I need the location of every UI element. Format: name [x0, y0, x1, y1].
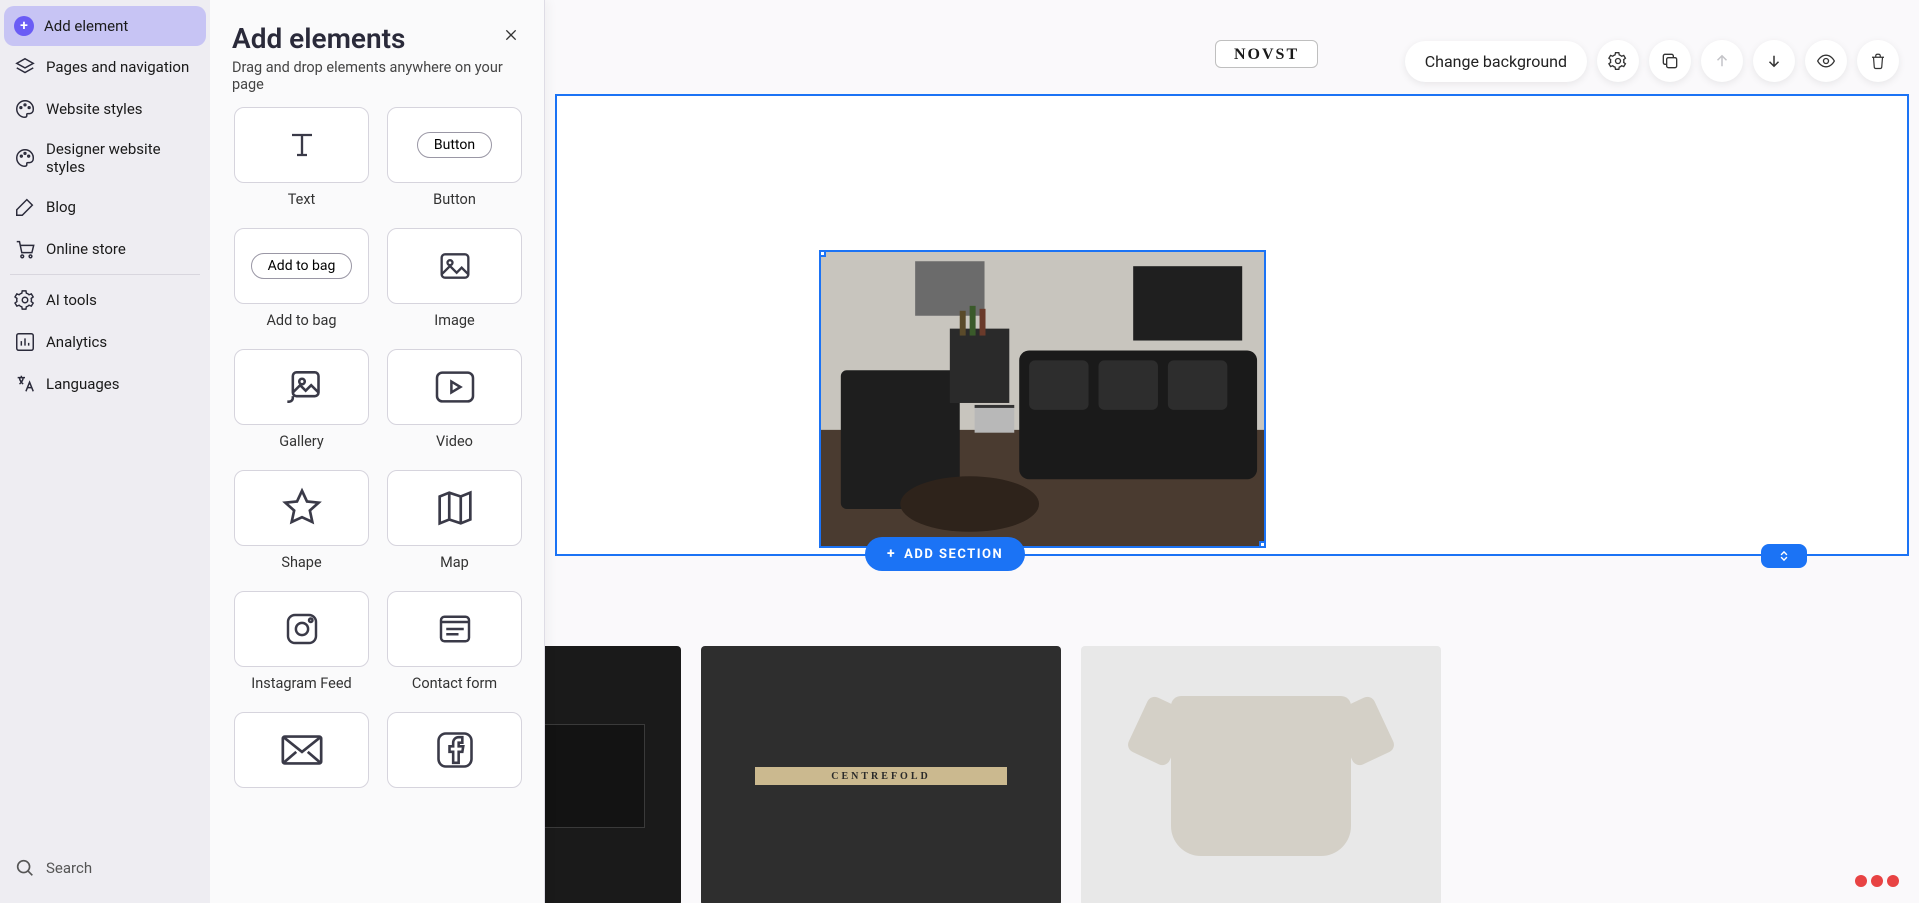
chart-icon	[14, 331, 36, 353]
sidebar-item-languages[interactable]: Languages	[4, 363, 206, 405]
panel-title: Add elements	[232, 22, 524, 55]
sidebar-item-label: Online store	[46, 240, 126, 258]
sidebar-item-website-styles[interactable]: Website styles	[4, 88, 206, 130]
add-section-label: ADD SECTION	[904, 547, 1003, 562]
element-map[interactable]: Map	[385, 470, 524, 577]
text-icon	[234, 107, 369, 183]
star-icon	[234, 470, 369, 546]
element-label: Add to bag	[266, 312, 336, 329]
canvas-area[interactable]: NOVST Change background	[545, 0, 1919, 903]
left-sidebar: + Add element Pages and navigation Websi…	[0, 0, 210, 903]
element-button[interactable]: Button Button	[385, 107, 524, 214]
visibility-button[interactable]	[1805, 40, 1847, 82]
shop-card[interactable]	[1081, 646, 1441, 903]
sidebar-divider	[10, 274, 200, 275]
duplicate-button[interactable]	[1649, 40, 1691, 82]
element-text[interactable]: Text	[232, 107, 371, 214]
sidebar-item-designer-styles[interactable]: Designer website styles	[4, 130, 206, 186]
move-up-button[interactable]	[1701, 40, 1743, 82]
add-elements-panel: Add elements Drag and drop elements anyw…	[210, 0, 545, 903]
element-contact-form[interactable]: Contact form	[385, 591, 524, 698]
video-icon	[387, 349, 522, 425]
delete-button[interactable]	[1857, 40, 1899, 82]
selected-section[interactable]	[555, 94, 1909, 556]
button-preview: Button	[387, 107, 522, 183]
sidebar-add-element-label: Add element	[44, 17, 128, 35]
add-to-bag-preview: Add to bag	[234, 228, 369, 304]
close-panel-button[interactable]	[498, 22, 524, 48]
element-shape[interactable]: Shape	[232, 470, 371, 577]
sidebar-item-blog[interactable]: Blog	[4, 186, 206, 228]
element-email[interactable]	[232, 712, 371, 788]
gallery-icon	[234, 349, 369, 425]
element-add-to-bag[interactable]: Add to bag Add to bag	[232, 228, 371, 335]
element-label: Video	[436, 433, 473, 450]
settings-button[interactable]	[1597, 40, 1639, 82]
facebook-icon	[387, 712, 522, 788]
sidebar-item-analytics[interactable]: Analytics	[4, 321, 206, 363]
image-icon	[387, 228, 522, 304]
sidebar-item-label: Analytics	[46, 333, 107, 351]
element-instagram[interactable]: Instagram Feed	[232, 591, 371, 698]
sidebar-item-label: Languages	[46, 375, 120, 393]
resize-handle-bottom-right[interactable]	[1259, 541, 1266, 548]
plus-icon: +	[887, 546, 896, 562]
sidebar-item-label: AI tools	[46, 291, 97, 309]
sidebar-item-ai-tools[interactable]: AI tools	[4, 279, 206, 321]
form-icon	[387, 591, 522, 667]
element-label: Map	[440, 554, 469, 571]
sidebar-item-pages[interactable]: Pages and navigation	[4, 46, 206, 88]
translate-icon	[14, 373, 36, 395]
recording-indicator	[1855, 875, 1899, 887]
element-gallery[interactable]: Gallery	[232, 349, 371, 456]
plus-icon: +	[14, 16, 34, 36]
palette-outline-icon	[14, 147, 36, 169]
sidebar-item-label: Pages and navigation	[46, 58, 189, 76]
sidebar-item-label: Website styles	[46, 100, 143, 118]
element-label: Image	[434, 312, 474, 329]
change-background-button[interactable]: Change background	[1405, 41, 1587, 82]
brand-label[interactable]: NOVST	[1215, 40, 1318, 68]
element-video[interactable]: Video	[385, 349, 524, 456]
search-icon	[14, 857, 36, 879]
move-down-button[interactable]	[1753, 40, 1795, 82]
section-resize-handle[interactable]	[1761, 544, 1807, 568]
section-toolbar: Change background	[1405, 40, 1899, 82]
cart-icon	[14, 238, 36, 260]
add-to-bag-pill-label: Add to bag	[251, 253, 353, 279]
instagram-icon	[234, 591, 369, 667]
element-facebook[interactable]	[385, 712, 524, 788]
element-label: Instagram Feed	[251, 675, 351, 692]
panel-subtitle: Drag and drop elements anywhere on your …	[232, 59, 524, 93]
pencil-icon	[14, 196, 36, 218]
element-label: Contact form	[412, 675, 497, 692]
centrefold-banner: CENTREFOLD	[755, 767, 1007, 785]
button-pill-label: Button	[417, 132, 492, 158]
element-label: Text	[288, 191, 316, 208]
add-section-button[interactable]: + ADD SECTION	[865, 537, 1025, 571]
element-label: Gallery	[279, 433, 323, 450]
sidebar-item-label: Blog	[46, 198, 76, 216]
selected-image-element[interactable]	[819, 250, 1266, 548]
shop-card[interactable]: CENTREFOLD	[701, 646, 1061, 903]
sidebar-item-online-store[interactable]: Online store	[4, 228, 206, 270]
mail-icon	[234, 712, 369, 788]
map-icon	[387, 470, 522, 546]
sidebar-item-label: Designer website styles	[46, 140, 196, 176]
sidebar-search-label: Search	[46, 859, 92, 877]
resize-handle-top-left[interactable]	[819, 250, 826, 257]
element-image[interactable]: Image	[385, 228, 524, 335]
brand-label-container: NOVST	[1215, 40, 1318, 68]
layers-icon	[14, 56, 36, 78]
gear-icon	[14, 289, 36, 311]
palette-icon	[14, 98, 36, 120]
element-label: Button	[433, 191, 476, 208]
sidebar-add-element[interactable]: + Add element	[4, 6, 206, 46]
element-label: Shape	[281, 554, 321, 571]
sidebar-search[interactable]: Search	[4, 843, 206, 897]
